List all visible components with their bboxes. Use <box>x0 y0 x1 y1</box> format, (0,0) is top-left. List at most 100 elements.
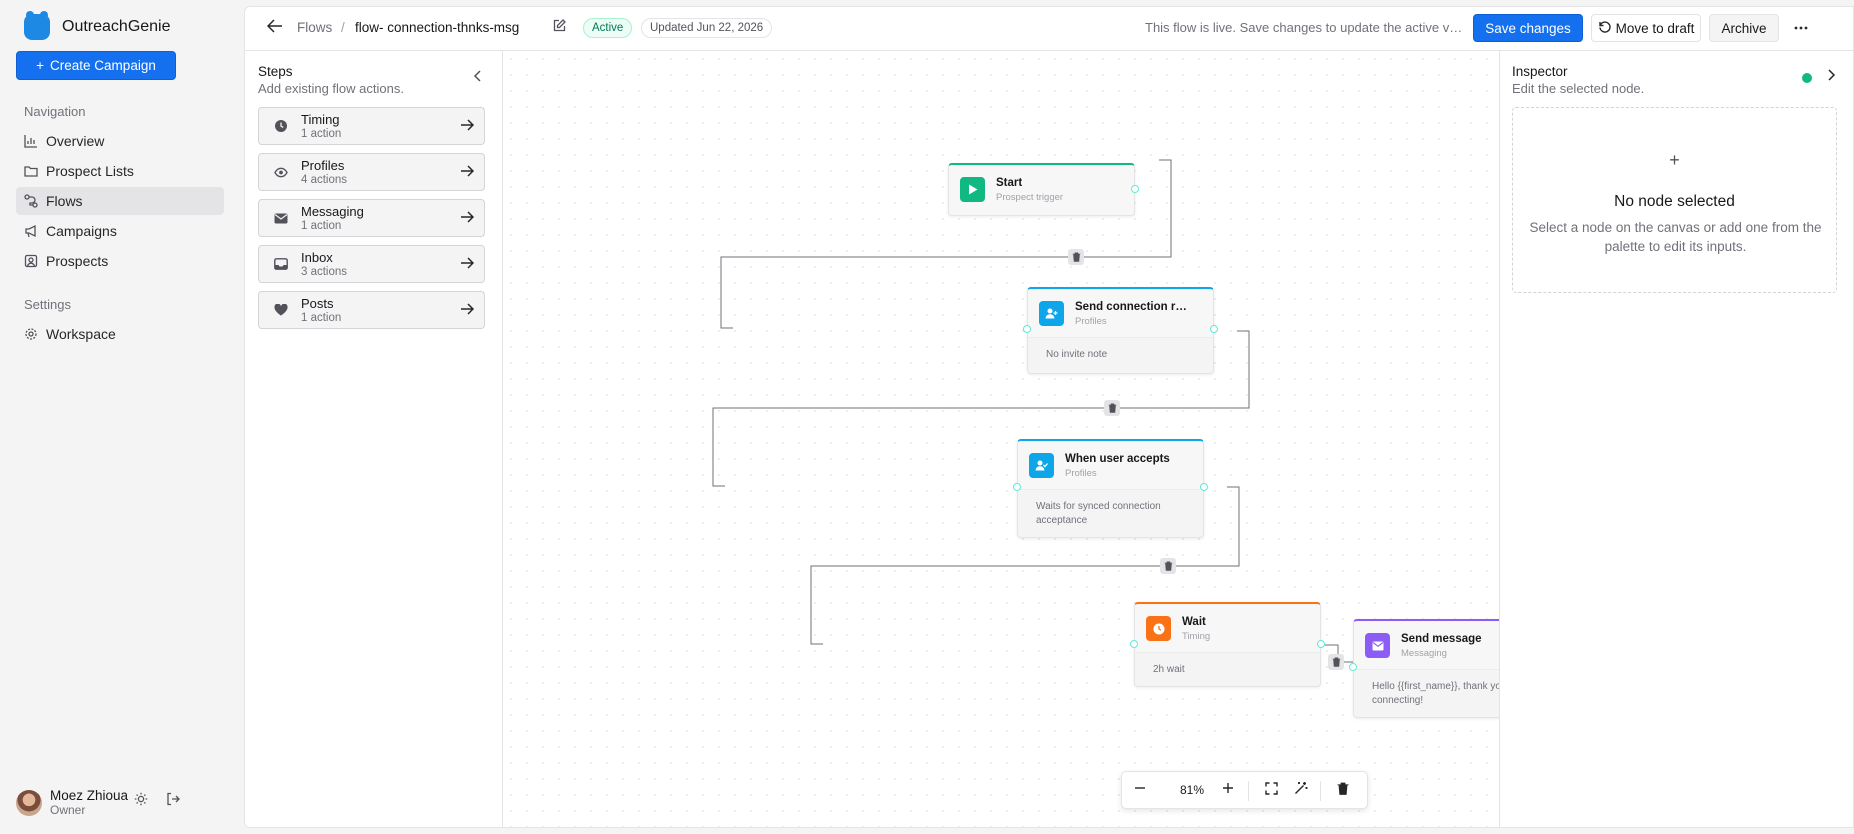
archive-button[interactable]: Archive <box>1709 14 1779 42</box>
main-panel: Flows / flow- connection-thnks-msg Activ… <box>244 6 1854 828</box>
output-handle[interactable] <box>1200 483 1208 491</box>
node-category: Messaging <box>1401 648 1447 659</box>
user-actions <box>134 792 180 809</box>
sidebar-item-prospect-lists[interactable]: Prospect Lists <box>16 157 224 185</box>
inbox-icon <box>274 257 288 271</box>
sidebar-item-overview[interactable]: Overview <box>16 127 224 155</box>
auto-layout-wand-icon[interactable] <box>1294 781 1308 798</box>
flow-node-send-connection-request[interactable]: Send connection request Profiles No invi… <box>1023 287 1218 374</box>
zoom-out-icon[interactable] <box>1134 781 1146 797</box>
zoom-in-icon[interactable] <box>1222 781 1234 797</box>
user-check-icon <box>1029 453 1054 478</box>
inspector-subtitle: Edit the selected node. <box>1512 81 1645 96</box>
step-group-count: 1 action <box>301 128 342 140</box>
delete-edge-icon[interactable] <box>1068 249 1084 265</box>
create-campaign-label: Create Campaign <box>50 58 156 73</box>
node-summary: Waits for synced connection acceptance <box>1018 489 1203 537</box>
move-to-draft-button[interactable]: Move to draft <box>1591 14 1701 42</box>
input-handle[interactable] <box>1349 663 1357 671</box>
step-group-name: Timing <box>301 112 340 127</box>
collapse-inspector-icon[interactable] <box>1826 68 1836 84</box>
undo-icon <box>1598 20 1611 36</box>
eye-icon <box>274 165 288 179</box>
output-handle[interactable] <box>1131 185 1139 193</box>
back-arrow-icon[interactable] <box>266 19 283 38</box>
input-handle[interactable] <box>1130 640 1138 648</box>
user-name: Moez Zhioua <box>50 788 129 803</box>
collapse-steps-icon[interactable] <box>473 69 483 85</box>
zoom-level: 81% <box>1179 783 1205 797</box>
brand-name: OutreachGenie <box>62 18 171 35</box>
more-options-icon[interactable] <box>1787 14 1815 42</box>
output-handle[interactable] <box>1210 325 1218 333</box>
sidebar-item-flows[interactable]: Flows <box>16 187 224 215</box>
step-group-messaging[interactable]: Messaging 1 action <box>258 199 485 237</box>
step-group-count: 1 action <box>301 312 342 324</box>
node-summary: 2h wait <box>1135 652 1320 686</box>
node-title: Send message <box>1401 633 1482 645</box>
sidebar-item-label: Prospects <box>46 253 109 269</box>
step-group-count: 1 action <box>301 220 342 232</box>
flow-node-start[interactable]: Start Prospect trigger <box>948 163 1139 216</box>
edit-name-icon[interactable] <box>553 19 566 35</box>
brand-logo-icon <box>24 11 50 40</box>
breadcrumb-separator: / <box>341 20 345 35</box>
node-category: Profiles <box>1065 468 1097 479</box>
user-plus-icon <box>1039 301 1064 326</box>
node-summary: No invite note <box>1028 337 1213 373</box>
step-group-profiles[interactable]: Profiles 4 actions <box>258 153 485 191</box>
sidebar-item-label: Flows <box>46 193 83 209</box>
sidebar-item-workspace[interactable]: Workspace <box>16 320 224 348</box>
step-group-name: Inbox <box>301 250 333 265</box>
steps-title: Steps <box>258 64 293 79</box>
move-to-draft-label: Move to draft <box>1615 20 1695 36</box>
step-group-count: 4 actions <box>301 174 348 186</box>
node-summary: Hello {{first_name}}, thank you for conn… <box>1354 669 1499 717</box>
inspector-empty-state: + No node selected Select a node on the … <box>1512 107 1837 293</box>
live-status-dot <box>1802 73 1812 83</box>
delete-edge-icon[interactable] <box>1160 558 1176 574</box>
user-profile[interactable]: Moez Zhioua Owner <box>16 788 128 817</box>
delete-edge-icon[interactable] <box>1328 654 1344 670</box>
flow-node-wait[interactable]: Wait Timing 2h wait <box>1130 602 1325 687</box>
step-group-posts[interactable]: Posts 1 action <box>258 291 485 329</box>
inspector-panel: Inspector Edit the selected node. + No n… <box>1499 51 1853 827</box>
output-handle[interactable] <box>1317 640 1325 648</box>
nav-section-label: Navigation <box>24 104 86 119</box>
node-title: Wait <box>1182 616 1206 628</box>
sidebar-item-prospects[interactable]: Prospects <box>16 247 224 275</box>
sidebar-item-campaigns[interactable]: Campaigns <box>16 217 224 245</box>
theme-toggle-icon[interactable] <box>134 792 148 809</box>
clock-icon <box>1146 616 1171 641</box>
node-title: When user accepts <box>1065 453 1170 465</box>
logout-icon[interactable] <box>166 792 180 809</box>
status-badge: Active <box>583 18 633 38</box>
plus-icon: + <box>1669 150 1680 170</box>
save-changes-button[interactable]: Save changes <box>1473 14 1583 42</box>
create-campaign-button[interactable]: + Create Campaign <box>16 51 176 80</box>
archive-label: Archive <box>1721 20 1767 36</box>
step-group-count: 3 actions <box>301 266 348 278</box>
fit-view-icon[interactable] <box>1265 782 1278 798</box>
step-group-timing[interactable]: Timing 1 action <box>258 107 485 145</box>
contact-icon <box>24 254 38 268</box>
toolbar-divider <box>1248 781 1249 801</box>
empty-title: No node selected <box>1614 193 1735 210</box>
step-group-inbox[interactable]: Inbox 3 actions <box>258 245 485 283</box>
steps-panel: Steps Add existing flow actions. Timing … <box>245 51 503 827</box>
heart-icon <box>274 303 288 317</box>
bar-chart-icon <box>24 134 38 148</box>
flow-canvas[interactable]: Start Prospect trigger Send connection r… <box>503 51 1499 827</box>
gear-icon <box>24 327 38 341</box>
brand[interactable]: OutreachGenie <box>24 11 171 40</box>
input-handle[interactable] <box>1023 325 1031 333</box>
arrow-right-icon <box>460 302 475 318</box>
breadcrumb-flows[interactable]: Flows <box>297 20 332 35</box>
flow-name: flow- connection-thnks-msg <box>355 20 520 35</box>
step-group-name: Profiles <box>301 158 345 173</box>
flow-node-send-message[interactable]: Send message Messaging Hello {{first_nam… <box>1349 619 1499 718</box>
input-handle[interactable] <box>1013 483 1021 491</box>
delete-edge-icon[interactable] <box>1104 400 1120 416</box>
flow-node-when-user-accepts[interactable]: When user accepts Profiles Waits for syn… <box>1013 439 1208 538</box>
delete-icon[interactable] <box>1337 782 1349 798</box>
